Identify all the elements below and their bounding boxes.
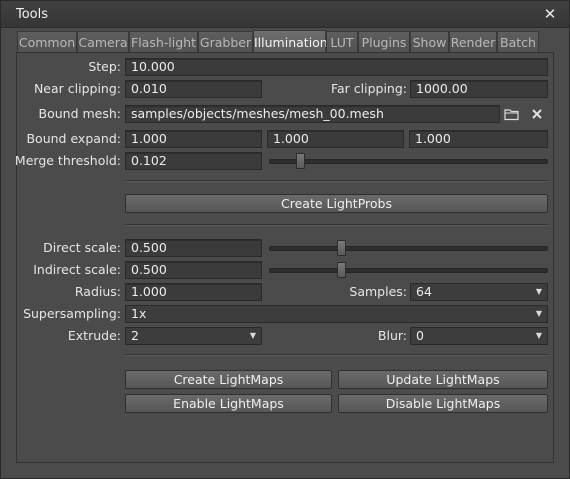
supersampling-value: 1x — [131, 306, 147, 321]
indirect-scale-slider[interactable] — [269, 262, 548, 278]
direct-scale-slider[interactable] — [269, 240, 548, 256]
supersampling-combo[interactable]: 1x ▼ — [125, 305, 548, 323]
clear-icon[interactable] — [529, 106, 545, 122]
tab-lut[interactable]: LUT — [326, 31, 358, 52]
bound-expand-x-field[interactable]: 1.000 — [125, 130, 262, 148]
chevron-down-icon: ▼ — [249, 331, 256, 340]
title-bar[interactable]: Tools ✕ — [1, 1, 569, 28]
separator — [125, 224, 548, 226]
update-lightmaps-button[interactable]: Update LightMaps — [338, 370, 548, 389]
bound-mesh-label: Bound mesh: — [38, 106, 122, 121]
window-title: Tools — [16, 7, 49, 22]
tools-window: Tools ✕ Common Camera Flash-light Grabbe… — [0, 0, 570, 479]
extrude-value: 2 — [131, 328, 139, 343]
radius-field[interactable]: 1.000 — [125, 283, 262, 301]
blur-combo[interactable]: 0 ▼ — [410, 327, 548, 345]
close-icon[interactable]: ✕ — [542, 6, 558, 22]
extrude-combo[interactable]: 2 ▼ — [125, 327, 262, 345]
extrude-label: Extrude: — [67, 328, 121, 343]
tab-illumination[interactable]: Illumination — [253, 30, 328, 53]
samples-value: 64 — [416, 284, 432, 299]
tab-common[interactable]: Common — [17, 31, 77, 52]
slider-track — [269, 159, 548, 164]
tab-flash-light[interactable]: Flash-light — [129, 31, 198, 52]
slider-track — [269, 268, 548, 273]
tab-grabber[interactable]: Grabber — [198, 31, 253, 52]
chevron-down-icon: ▼ — [535, 331, 542, 340]
tab-plugins[interactable]: Plugins — [358, 31, 410, 52]
merge-threshold-slider[interactable] — [269, 153, 548, 169]
chevron-down-icon: ▼ — [535, 287, 542, 296]
merge-threshold-label: Merge threshold: — [14, 153, 121, 168]
indirect-scale-field[interactable]: 0.500 — [125, 261, 262, 279]
merge-threshold-field[interactable]: 0.102 — [125, 152, 262, 170]
folder-icon[interactable] — [504, 106, 520, 122]
create-lightmaps-button[interactable]: Create LightMaps — [125, 370, 332, 389]
separator — [125, 180, 548, 182]
bound-expand-y-field[interactable]: 1.000 — [267, 130, 404, 148]
indirect-scale-label: Indirect scale: — [33, 262, 121, 277]
slider-track — [269, 246, 548, 251]
direct-scale-field[interactable]: 0.500 — [125, 239, 262, 257]
tab-batch[interactable]: Batch — [497, 31, 539, 52]
illumination-panel: Step: 10.000 Near clipping: 0.010 Far cl… — [14, 52, 554, 463]
tab-render[interactable]: Render — [449, 31, 497, 52]
slider-handle[interactable] — [337, 262, 346, 278]
blur-value: 0 — [416, 328, 424, 343]
bound-mesh-field[interactable]: samples/objects/meshes/mesh_00.mesh — [125, 105, 500, 123]
enable-lightmaps-button[interactable]: Enable LightMaps — [125, 394, 332, 413]
samples-combo[interactable]: 64 ▼ — [410, 283, 548, 301]
step-field[interactable]: 10.000 — [125, 58, 548, 76]
supersampling-label: Supersampling: — [23, 306, 121, 321]
samples-label: Samples: — [349, 284, 407, 299]
far-clipping-field[interactable]: 1000.00 — [410, 80, 548, 98]
step-label: Step: — [88, 59, 121, 74]
create-lightprobs-button[interactable]: Create LightProbs — [125, 194, 548, 213]
far-clipping-label: Far clipping: — [330, 81, 407, 96]
slider-handle[interactable] — [337, 240, 346, 256]
blur-label: Blur: — [377, 328, 407, 343]
tab-show[interactable]: Show — [410, 31, 449, 52]
disable-lightmaps-button[interactable]: Disable LightMaps — [338, 394, 548, 413]
bound-expand-label: Bound expand: — [26, 131, 121, 146]
near-clipping-field[interactable]: 0.010 — [125, 80, 262, 98]
direct-scale-label: Direct scale: — [43, 240, 121, 255]
radius-label: Radius: — [74, 284, 121, 299]
tab-camera[interactable]: Camera — [77, 31, 129, 52]
chevron-down-icon: ▼ — [535, 309, 542, 318]
bound-expand-z-field[interactable]: 1.000 — [409, 130, 548, 148]
separator — [125, 354, 548, 356]
near-clipping-label: Near clipping: — [33, 81, 121, 96]
slider-handle[interactable] — [296, 153, 305, 169]
